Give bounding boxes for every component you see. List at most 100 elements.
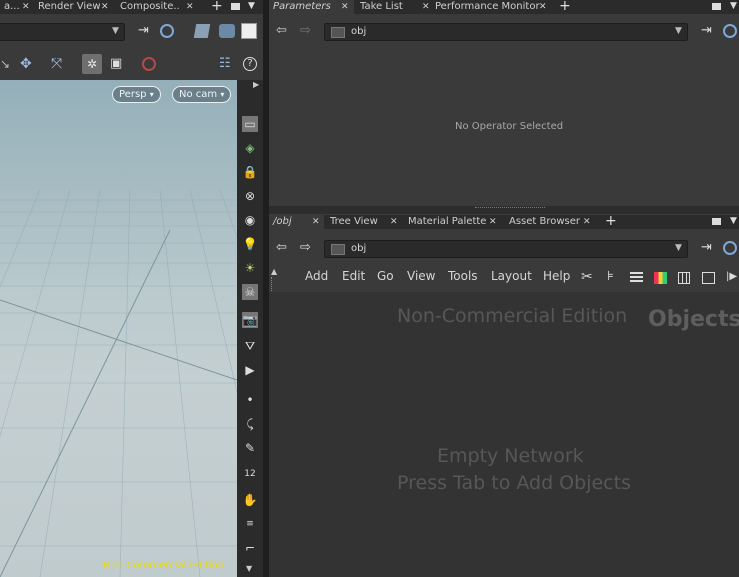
menu-grip bbox=[271, 277, 276, 291]
render-icon[interactable]: ▶ bbox=[242, 362, 258, 378]
curve-icon[interactable]: ⤹ bbox=[242, 416, 258, 432]
link-icon[interactable] bbox=[160, 24, 174, 38]
shading-icon[interactable]: ◉ bbox=[242, 212, 258, 228]
select-mode-icon[interactable]: ↘ bbox=[0, 57, 10, 71]
tab-label: Asset Browser bbox=[509, 216, 581, 227]
snapshot-icon[interactable] bbox=[219, 24, 235, 38]
skull-icon[interactable]: ☠ bbox=[242, 284, 258, 300]
handle-icon[interactable]: ⤧ bbox=[51, 56, 62, 72]
help-icon[interactable]: ? bbox=[243, 57, 257, 71]
brush-icon[interactable]: ✋ bbox=[242, 492, 258, 508]
menu-add[interactable]: Add bbox=[305, 269, 328, 283]
wrench-icon[interactable]: ✂ bbox=[581, 269, 593, 285]
close-icon[interactable]: ✕ bbox=[312, 215, 320, 229]
network-tab-bar: /obj ✕ Tree View ✕ Material Palette ✕ As… bbox=[269, 213, 739, 229]
menu-view[interactable]: View bbox=[407, 269, 435, 283]
close-icon[interactable]: ✕ bbox=[422, 0, 430, 14]
angle-icon[interactable]: ⌐ bbox=[242, 540, 258, 556]
add-tab-icon[interactable]: + bbox=[605, 213, 617, 229]
headlight-icon[interactable]: ☀ bbox=[242, 260, 258, 276]
parameters-path-field[interactable]: obj ▼ bbox=[324, 23, 688, 41]
menu-arrow-icon[interactable]: ▼ bbox=[248, 1, 255, 11]
close-icon[interactable]: ✕ bbox=[341, 0, 349, 14]
scene-viewport[interactable]: Persp ▾ No cam ▾ Non-Commercial Edition bbox=[0, 80, 237, 577]
add-tab-icon[interactable]: + bbox=[559, 0, 571, 14]
close-icon[interactable]: ✕ bbox=[539, 0, 547, 14]
menu-layout[interactable]: Layout bbox=[491, 269, 532, 283]
close-icon[interactable]: ✕ bbox=[489, 215, 497, 229]
camera-menu-button[interactable]: No cam ▾ bbox=[172, 86, 232, 103]
menu-arrow-icon[interactable]: ▼ bbox=[730, 216, 737, 226]
layers-icon[interactable]: ≡ bbox=[242, 516, 258, 532]
no-entry-icon[interactable] bbox=[142, 57, 156, 71]
pin-icon[interactable]: ⇥ bbox=[701, 240, 712, 255]
view-frame-icon[interactable] bbox=[241, 23, 257, 39]
snap-icon[interactable]: ✲ bbox=[82, 54, 102, 74]
close-icon[interactable]: ✕ bbox=[186, 0, 194, 14]
close-icon[interactable]: ✕ bbox=[390, 215, 398, 229]
grid-icon[interactable] bbox=[678, 272, 690, 284]
overflow-arrow-icon[interactable]: |▶ bbox=[726, 271, 737, 282]
pen-icon[interactable]: ✎ bbox=[242, 440, 258, 456]
chevron-down-icon[interactable]: ▼ bbox=[246, 564, 252, 573]
back-arrow-icon[interactable]: ⇦ bbox=[276, 23, 287, 38]
shelf-arrow-icon[interactable]: ▶ bbox=[253, 80, 259, 89]
pin-icon[interactable]: ⇥ bbox=[701, 23, 712, 38]
display-options-icon[interactable] bbox=[193, 24, 211, 38]
forward-arrow-icon[interactable]: ⇨ bbox=[300, 23, 311, 38]
tab-performance-monitor[interactable]: Performance Monitor bbox=[431, 0, 551, 14]
persp-menu-button[interactable]: Persp ▾ bbox=[112, 86, 161, 103]
display-shelf: ▶ ▭ ◈ 🔒 ⊗ ◉ 💡 ☀ ☠ 📷 ⛛ ▶ • ⤹ ✎ 12 ✋ ≡ ⌐ ▼ bbox=[237, 80, 263, 577]
menu-edit[interactable]: Edit bbox=[342, 269, 365, 283]
transform-icon[interactable]: ✥ bbox=[20, 56, 32, 72]
menu-arrow-icon[interactable]: ▼ bbox=[730, 1, 737, 11]
lock-icon[interactable]: 🔒 bbox=[242, 164, 258, 180]
menu-tools[interactable]: Tools bbox=[448, 269, 478, 283]
tree-icon[interactable]: ⊧ bbox=[607, 269, 614, 284]
menu-help[interactable]: Help bbox=[543, 269, 570, 283]
maximize-icon[interactable] bbox=[231, 3, 240, 10]
chevron-down-icon[interactable]: ▼ bbox=[112, 26, 119, 36]
network-canvas[interactable] bbox=[269, 292, 739, 577]
network-box-icon[interactable] bbox=[702, 272, 715, 284]
maximize-icon[interactable] bbox=[712, 3, 721, 10]
ground-plane-icon[interactable]: ▭ bbox=[242, 116, 258, 132]
link-icon[interactable] bbox=[723, 241, 737, 255]
tab-composite-view[interactable]: Composite... bbox=[116, 0, 180, 14]
tab-label: Performance Monitor bbox=[435, 1, 540, 12]
chevron-down-icon[interactable]: ▼ bbox=[675, 243, 682, 253]
network-path-field[interactable]: obj ▼ bbox=[324, 240, 688, 258]
light-icon[interactable]: 💡 bbox=[242, 236, 258, 252]
link-icon[interactable] bbox=[723, 24, 737, 38]
add-tab-icon[interactable]: + bbox=[211, 0, 223, 14]
tab-take-list[interactable]: Take List bbox=[356, 0, 426, 14]
point-icon[interactable]: • bbox=[242, 392, 258, 408]
close-icon[interactable]: ✕ bbox=[101, 0, 109, 14]
camera-icon[interactable]: 📷 bbox=[242, 312, 258, 328]
ground-grid bbox=[0, 189, 237, 577]
tool-options-icon[interactable]: ☷ bbox=[219, 56, 231, 71]
pin-icon[interactable]: ⇥ bbox=[138, 23, 149, 38]
palette-icon[interactable] bbox=[654, 272, 667, 284]
horizontal-pane-divider[interactable] bbox=[269, 206, 739, 214]
menu-go[interactable]: Go bbox=[377, 269, 394, 283]
tab-tree-view[interactable]: Tree View bbox=[326, 215, 398, 229]
tab-material-palette[interactable]: Material Palette bbox=[404, 215, 501, 229]
back-arrow-icon[interactable]: ⇦ bbox=[276, 240, 287, 255]
left-path-field[interactable]: ▼ bbox=[0, 23, 125, 41]
tab-render-view[interactable]: Render View bbox=[34, 0, 106, 14]
close-icon[interactable]: ✕ bbox=[583, 215, 591, 229]
ghost-icon[interactable]: ⊗ bbox=[242, 188, 258, 204]
render-region-icon[interactable]: ▣ bbox=[110, 56, 122, 71]
maximize-icon[interactable] bbox=[712, 218, 721, 225]
template-icon[interactable]: ◈ bbox=[242, 140, 258, 156]
chevron-down-icon[interactable]: ▼ bbox=[675, 26, 682, 36]
grip-dots bbox=[475, 207, 545, 211]
list-icon[interactable] bbox=[630, 272, 643, 284]
forward-arrow-icon[interactable]: ⇨ bbox=[300, 240, 311, 255]
collapse-arrow-icon[interactable]: ▲ bbox=[271, 267, 277, 276]
numbering-icon[interactable]: 12 bbox=[242, 466, 258, 482]
flipbook-icon[interactable]: ⛛ bbox=[242, 338, 258, 354]
close-icon[interactable]: ✕ bbox=[22, 0, 30, 14]
tab-asset-browser[interactable]: Asset Browser bbox=[505, 215, 590, 229]
